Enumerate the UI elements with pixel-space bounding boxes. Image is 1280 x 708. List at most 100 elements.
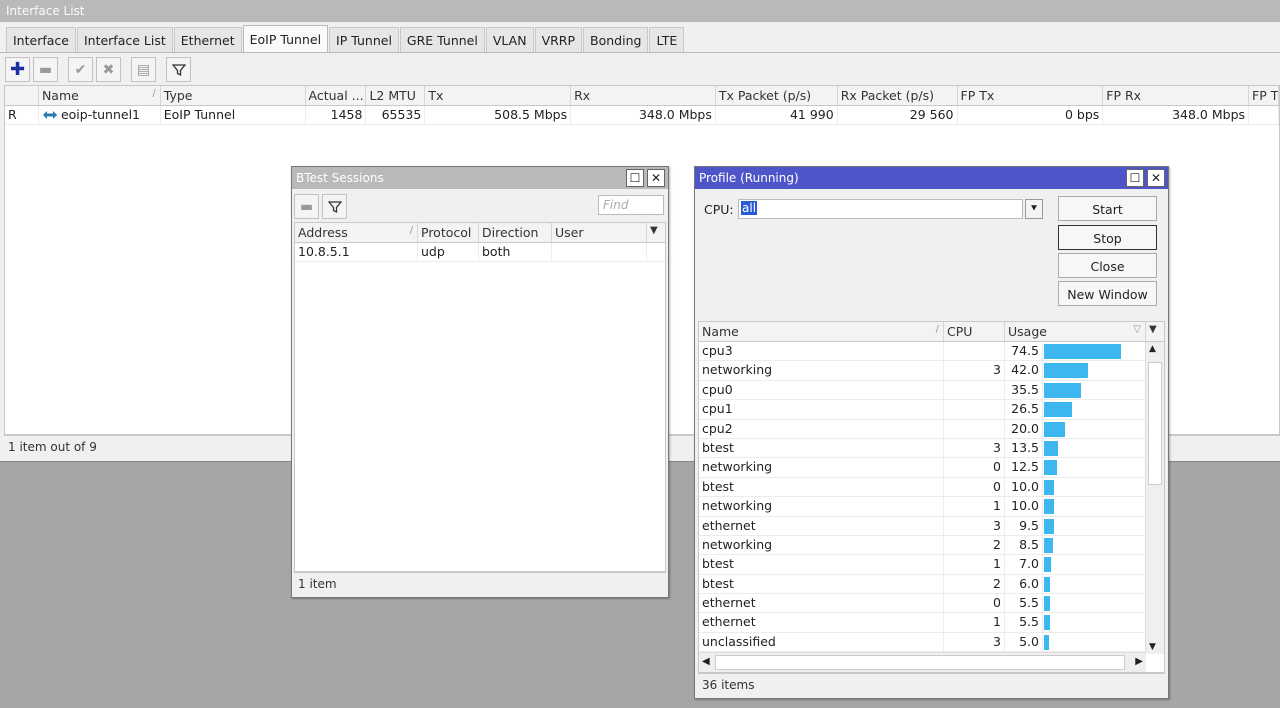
filter-icon[interactable]: [166, 57, 191, 82]
col-rx-packet-p-s-[interactable]: Rx Packet (p/s): [838, 86, 958, 105]
tab-ip-tunnel[interactable]: IP Tunnel: [329, 27, 399, 52]
list-item[interactable]: cpu0 35.5: [699, 380, 1146, 401]
dropdown-arrow-icon[interactable]: ⯆: [1025, 199, 1043, 219]
table-row[interactable]: Reoip-tunnel1 EoIP Tunnel 1458 65535 508.5 M…: [5, 106, 1279, 126]
usage-bar: [1044, 615, 1050, 631]
col-type[interactable]: Type: [161, 86, 306, 105]
remove-icon[interactable]: ▬: [33, 57, 58, 82]
col-usage[interactable]: Usage ▽: [1005, 322, 1146, 341]
tab-interface[interactable]: Interface: [6, 27, 76, 52]
list-item[interactable]: cpu1 26.5: [699, 400, 1146, 420]
list-item[interactable]: cpu3 74.5: [699, 342, 1146, 362]
list-item[interactable]: ethernet 3 9.5: [699, 516, 1146, 536]
stop-button[interactable]: Stop: [1058, 225, 1157, 250]
col-flag[interactable]: [5, 86, 39, 105]
comment-icon[interactable]: ▤: [131, 57, 156, 82]
cell-cpu: 1: [944, 613, 1005, 632]
maximize-icon[interactable]: ☐: [1126, 169, 1144, 187]
col-l2-mtu[interactable]: L2 MTU: [366, 86, 426, 105]
maximize-icon[interactable]: ☐: [626, 169, 644, 187]
tab-vrrp[interactable]: VRRP: [534, 27, 583, 52]
close-icon[interactable]: ✕: [1147, 169, 1165, 187]
list-item[interactable]: btest 3 13.5: [699, 438, 1146, 459]
cpu-select[interactable]: all: [738, 199, 1023, 219]
col-fp-tx[interactable]: FP Tx: [958, 86, 1104, 105]
cell-name: cpu1: [699, 400, 944, 419]
usage-bar-cell: [1043, 517, 1146, 535]
list-item[interactable]: btest 1 7.0: [699, 555, 1146, 575]
profile-title-text: Profile (Running): [699, 171, 799, 185]
cell-cpu: 1: [944, 497, 1005, 516]
col-user[interactable]: User: [552, 223, 647, 242]
cell-l2mtu: 65535: [366, 106, 426, 125]
col-cpu[interactable]: CPU: [944, 322, 1005, 341]
col-fp-rx[interactable]: FP Rx: [1103, 86, 1250, 105]
horizontal-scrollbar[interactable]: ◀ ▶: [699, 652, 1146, 672]
enable-icon[interactable]: ✔: [68, 57, 93, 82]
column-menu-icon[interactable]: ▼: [1146, 322, 1164, 341]
scroll-thumb-h[interactable]: [715, 655, 1125, 670]
col-tx[interactable]: Tx: [425, 86, 572, 105]
cell-cpu: [944, 400, 1005, 419]
col-rx[interactable]: Rx: [571, 86, 716, 105]
cell-name: btest: [699, 555, 944, 574]
tab-eoip-tunnel[interactable]: EoIP Tunnel: [242, 25, 329, 52]
col-fp-tx[interactable]: FP Tx: [1249, 86, 1279, 105]
cell-usage: 42.0: [1005, 361, 1043, 380]
col-protocol[interactable]: Protocol: [418, 223, 479, 242]
remove-icon[interactable]: ▬: [294, 194, 319, 219]
list-item[interactable]: networking 2 8.5: [699, 535, 1146, 556]
col-name[interactable]: Name /: [39, 86, 161, 105]
tunnel-icon: [42, 107, 61, 122]
col-direction[interactable]: Direction: [479, 223, 552, 242]
scroll-thumb[interactable]: [1148, 362, 1162, 485]
list-item[interactable]: btest 2 6.0: [699, 574, 1146, 595]
cell-name: eoip-tunnel1: [39, 106, 161, 125]
list-item[interactable]: networking 0 12.5: [699, 458, 1146, 478]
table-body: Reoip-tunnel1 EoIP Tunnel 1458 65535 508.5 M…: [5, 106, 1279, 126]
list-item[interactable]: networking 1 10.0: [699, 497, 1146, 517]
usage-bar-cell: [1043, 633, 1146, 651]
col-tx-packet-p-s-[interactable]: Tx Packet (p/s): [716, 86, 838, 105]
btest-sessions-window: BTest Sessions ☐ ✕ ▬ Find Address / Proto…: [291, 166, 669, 598]
list-item[interactable]: ethernet 0 5.5: [699, 594, 1146, 614]
tab-gre-tunnel[interactable]: GRE Tunnel: [399, 27, 485, 52]
find-input[interactable]: Find: [598, 195, 664, 215]
start-button[interactable]: Start: [1058, 196, 1157, 221]
list-item[interactable]: ethernet 1 5.5: [699, 613, 1146, 633]
column-menu-icon[interactable]: ▼: [647, 223, 665, 242]
close-icon[interactable]: ✕: [647, 169, 665, 187]
main-toolbar: ✚ ▬ ✔ ✖ ▤: [5, 57, 191, 82]
list-item[interactable]: networking 3 42.0: [699, 361, 1146, 381]
list-item[interactable]: cpu2 20.0: [699, 419, 1146, 439]
col-actual-[interactable]: Actual ...: [306, 86, 367, 105]
table-header: Address / Protocol Direction User ▼: [295, 223, 665, 243]
tab-lte[interactable]: LTE: [649, 27, 685, 52]
add-icon[interactable]: ✚: [5, 57, 30, 82]
usage-bar-cell: [1043, 381, 1146, 399]
tab-interface-list[interactable]: Interface List: [76, 27, 173, 52]
disable-icon[interactable]: ✖: [96, 57, 121, 82]
filter-icon[interactable]: [322, 194, 347, 219]
tab-bonding[interactable]: Bonding: [583, 27, 649, 52]
scroll-down-icon[interactable]: ▼: [1149, 642, 1156, 652]
col-address[interactable]: Address /: [295, 223, 418, 242]
close-button[interactable]: Close: [1058, 253, 1157, 278]
cell-name: unclassified: [699, 632, 944, 652]
cell-fptx2: [1249, 106, 1279, 125]
tab-ethernet[interactable]: Ethernet: [173, 27, 242, 52]
col-name[interactable]: Name /: [699, 322, 944, 341]
scroll-left-icon[interactable]: ◀: [702, 656, 710, 667]
new-window-button[interactable]: New Window: [1058, 281, 1157, 306]
scroll-up-icon[interactable]: ▲: [1149, 344, 1156, 354]
profile-table: Name / CPU Usage ▽ ▼ cpu3 74.5 networking 3 42…: [698, 321, 1165, 673]
scroll-right-icon[interactable]: ▶: [1135, 656, 1143, 667]
cell-type: EoIP Tunnel: [161, 106, 306, 125]
table-header: Name / CPU Usage ▽ ▼: [699, 322, 1164, 342]
vertical-scrollbar[interactable]: ▲ ▼: [1145, 342, 1164, 654]
list-item[interactable]: unclassified 3 5.0: [699, 632, 1146, 652]
table-body: cpu3 74.5 networking 3 42.0 cpu0 35.5 cpu1 26.5 c…: [699, 342, 1146, 652]
list-item[interactable]: btest 0 10.0: [699, 477, 1146, 498]
table-row[interactable]: 10.8.5.1 udp both: [295, 243, 665, 263]
tab-vlan[interactable]: VLAN: [485, 27, 534, 52]
